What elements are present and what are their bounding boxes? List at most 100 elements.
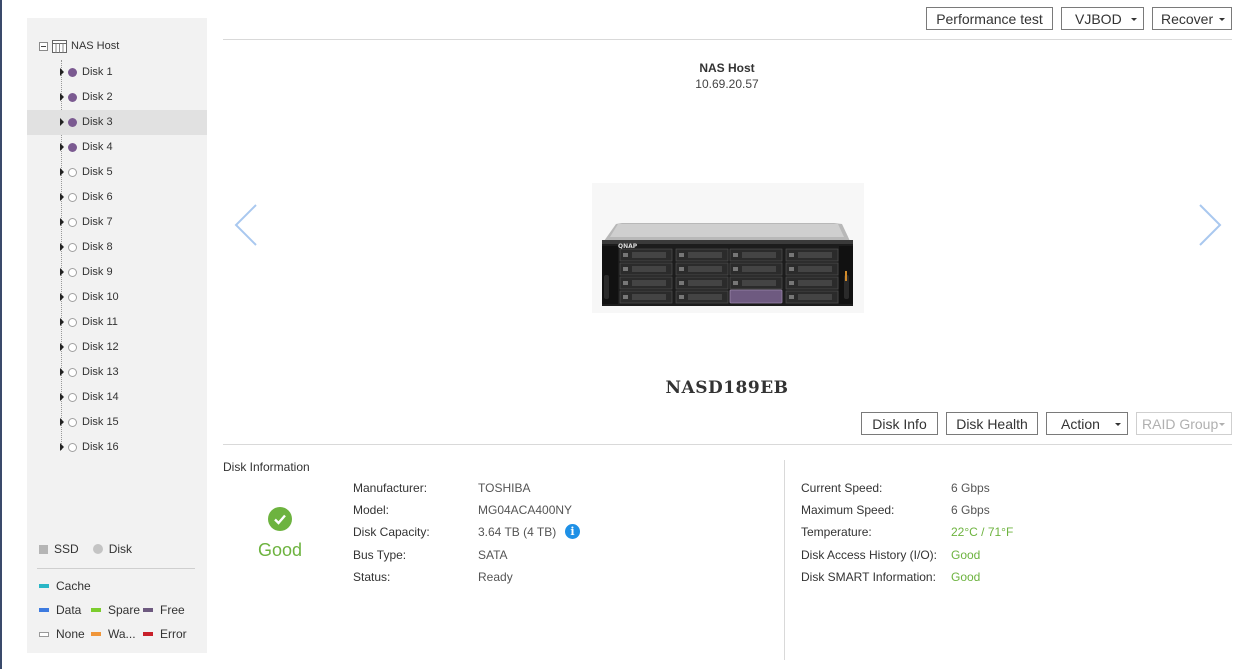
disk-label: Disk 11: [82, 316, 118, 328]
disk-tree-item[interactable]: Disk 6: [27, 185, 207, 210]
disk-info-button[interactable]: Disk Info: [861, 412, 938, 435]
info-label: Temperature:: [801, 525, 872, 539]
disk-tree-item[interactable]: Disk 13: [27, 360, 207, 385]
disk-tree-item[interactable]: Disk 16: [27, 435, 207, 460]
host-name: NAS Host: [699, 61, 755, 75]
none-swatch: [39, 631, 49, 637]
disk-label: Disk 3: [82, 116, 113, 128]
info-value: 6 Gbps: [951, 503, 990, 517]
disk-status-icon: [68, 243, 77, 252]
disk-tree-item[interactable]: Disk 12: [27, 335, 207, 360]
performance-test-button[interactable]: Performance test: [926, 7, 1053, 30]
disk-tree-item[interactable]: Disk 15: [27, 410, 207, 435]
legend-none: None: [39, 627, 85, 641]
tree-root-label: NAS Host: [71, 40, 120, 52]
expand-arrow-icon[interactable]: [60, 443, 64, 451]
expand-arrow-icon[interactable]: [60, 393, 64, 401]
disk-tree-item[interactable]: Disk 7: [27, 210, 207, 235]
expand-arrow-icon[interactable]: [60, 143, 64, 151]
expand-arrow-icon[interactable]: [60, 218, 64, 226]
disk-tree-item[interactable]: Disk 8: [27, 235, 207, 260]
disk-status-icon: [68, 168, 77, 177]
legend-ssd-label: SSD: [54, 542, 79, 556]
disk-tree-item[interactable]: Disk 9: [27, 260, 207, 285]
previous-arrow-icon[interactable]: [232, 202, 260, 248]
expand-arrow-icon[interactable]: [60, 193, 64, 201]
expand-arrow-icon[interactable]: [60, 418, 64, 426]
disk-tree-item[interactable]: Disk 2: [27, 85, 207, 110]
expand-arrow-icon[interactable]: [60, 318, 64, 326]
info-value: Good: [951, 548, 981, 562]
info-label: Bus Type:: [353, 548, 407, 562]
disk-tree-item[interactable]: Disk 14: [27, 385, 207, 410]
expand-arrow-icon[interactable]: [60, 243, 64, 251]
disk-tree-item[interactable]: Disk 10: [27, 285, 207, 310]
disk-label: Disk 12: [82, 341, 119, 353]
disk-status-icon: [68, 118, 77, 127]
chevron-down-icon: [1219, 18, 1225, 21]
disk-tree-item[interactable]: Disk 3: [27, 110, 207, 135]
info-icon[interactable]: i: [565, 524, 580, 539]
info-value: 3.64 TB (4 TB): [478, 525, 557, 539]
tree-root-nas-host[interactable]: NAS Host: [39, 38, 119, 54]
raid-group-dropdown[interactable]: RAID Group: [1136, 412, 1232, 435]
disk-status-icon: [68, 418, 77, 427]
disk-label: Disk 14: [82, 391, 119, 403]
info-label: Disk SMART Information:: [801, 570, 936, 584]
info-label: Manufacturer:: [353, 481, 428, 495]
info-value: Good: [951, 570, 981, 584]
data-swatch: [39, 608, 49, 612]
disk-health-button[interactable]: Disk Health: [946, 412, 1038, 435]
warning-swatch: [91, 632, 101, 636]
info-value: 22°C / 71°F: [951, 525, 1014, 539]
disk-health-status: Good: [257, 540, 303, 560]
disk-label: Disk 16: [82, 441, 119, 453]
disk-status-icon: [68, 393, 77, 402]
disk-status-icon: [68, 318, 77, 327]
disk-tree-item[interactable]: Disk 11: [27, 310, 207, 335]
info-value: SATA: [478, 548, 508, 562]
info-value: Ready: [478, 570, 513, 584]
collapse-icon[interactable]: [39, 41, 48, 51]
info-value: 6 Gbps: [951, 481, 990, 495]
expand-arrow-icon[interactable]: [60, 343, 64, 351]
disk-status-icon: [68, 368, 77, 377]
vjbod-label: VJBOD: [1075, 10, 1122, 27]
recover-dropdown[interactable]: Recover: [1152, 7, 1232, 30]
disk-tree-item[interactable]: Disk 5: [27, 160, 207, 185]
chevron-down-icon: [1219, 423, 1225, 426]
legend-warning: Wa...: [91, 627, 136, 641]
vjbod-dropdown[interactable]: VJBOD: [1061, 7, 1144, 30]
expand-arrow-icon[interactable]: [60, 118, 64, 126]
expand-arrow-icon[interactable]: [60, 68, 64, 76]
free-swatch: [143, 608, 153, 612]
disk-status-icon: [68, 193, 77, 202]
expand-arrow-icon[interactable]: [60, 293, 64, 301]
disk-label: Disk 9: [82, 266, 113, 278]
device-model-name: NASD189EB: [665, 378, 789, 398]
chevron-down-icon: [1115, 423, 1121, 426]
legend-none-label: None: [56, 627, 85, 641]
legend-divider: [37, 568, 195, 569]
disk-health-label: Disk Health: [956, 415, 1028, 432]
info-label: Model:: [353, 503, 390, 517]
disk-tree-item[interactable]: Disk 4: [27, 135, 207, 160]
disk-tree-item[interactable]: Disk 1: [27, 60, 207, 85]
window-left-edge: [0, 0, 2, 669]
disk-toolbar-divider: [223, 444, 1232, 445]
disk-status-icon: [68, 93, 77, 102]
expand-arrow-icon[interactable]: [60, 168, 64, 176]
expand-arrow-icon[interactable]: [60, 368, 64, 376]
disk-label: Disk 8: [82, 241, 113, 253]
info-label: Disk Access History (I/O):: [801, 548, 938, 562]
legend-error-label: Error: [160, 627, 187, 641]
expand-arrow-icon[interactable]: [60, 268, 64, 276]
disk-status-icon: [68, 343, 77, 352]
expand-arrow-icon[interactable]: [60, 93, 64, 101]
error-swatch: [143, 632, 153, 636]
action-dropdown[interactable]: Action: [1046, 412, 1128, 435]
check-circle-icon: [268, 507, 292, 531]
next-arrow-icon[interactable]: [1196, 202, 1224, 248]
legend-error: Error: [143, 627, 187, 641]
legend-free-label: Free: [160, 603, 185, 617]
